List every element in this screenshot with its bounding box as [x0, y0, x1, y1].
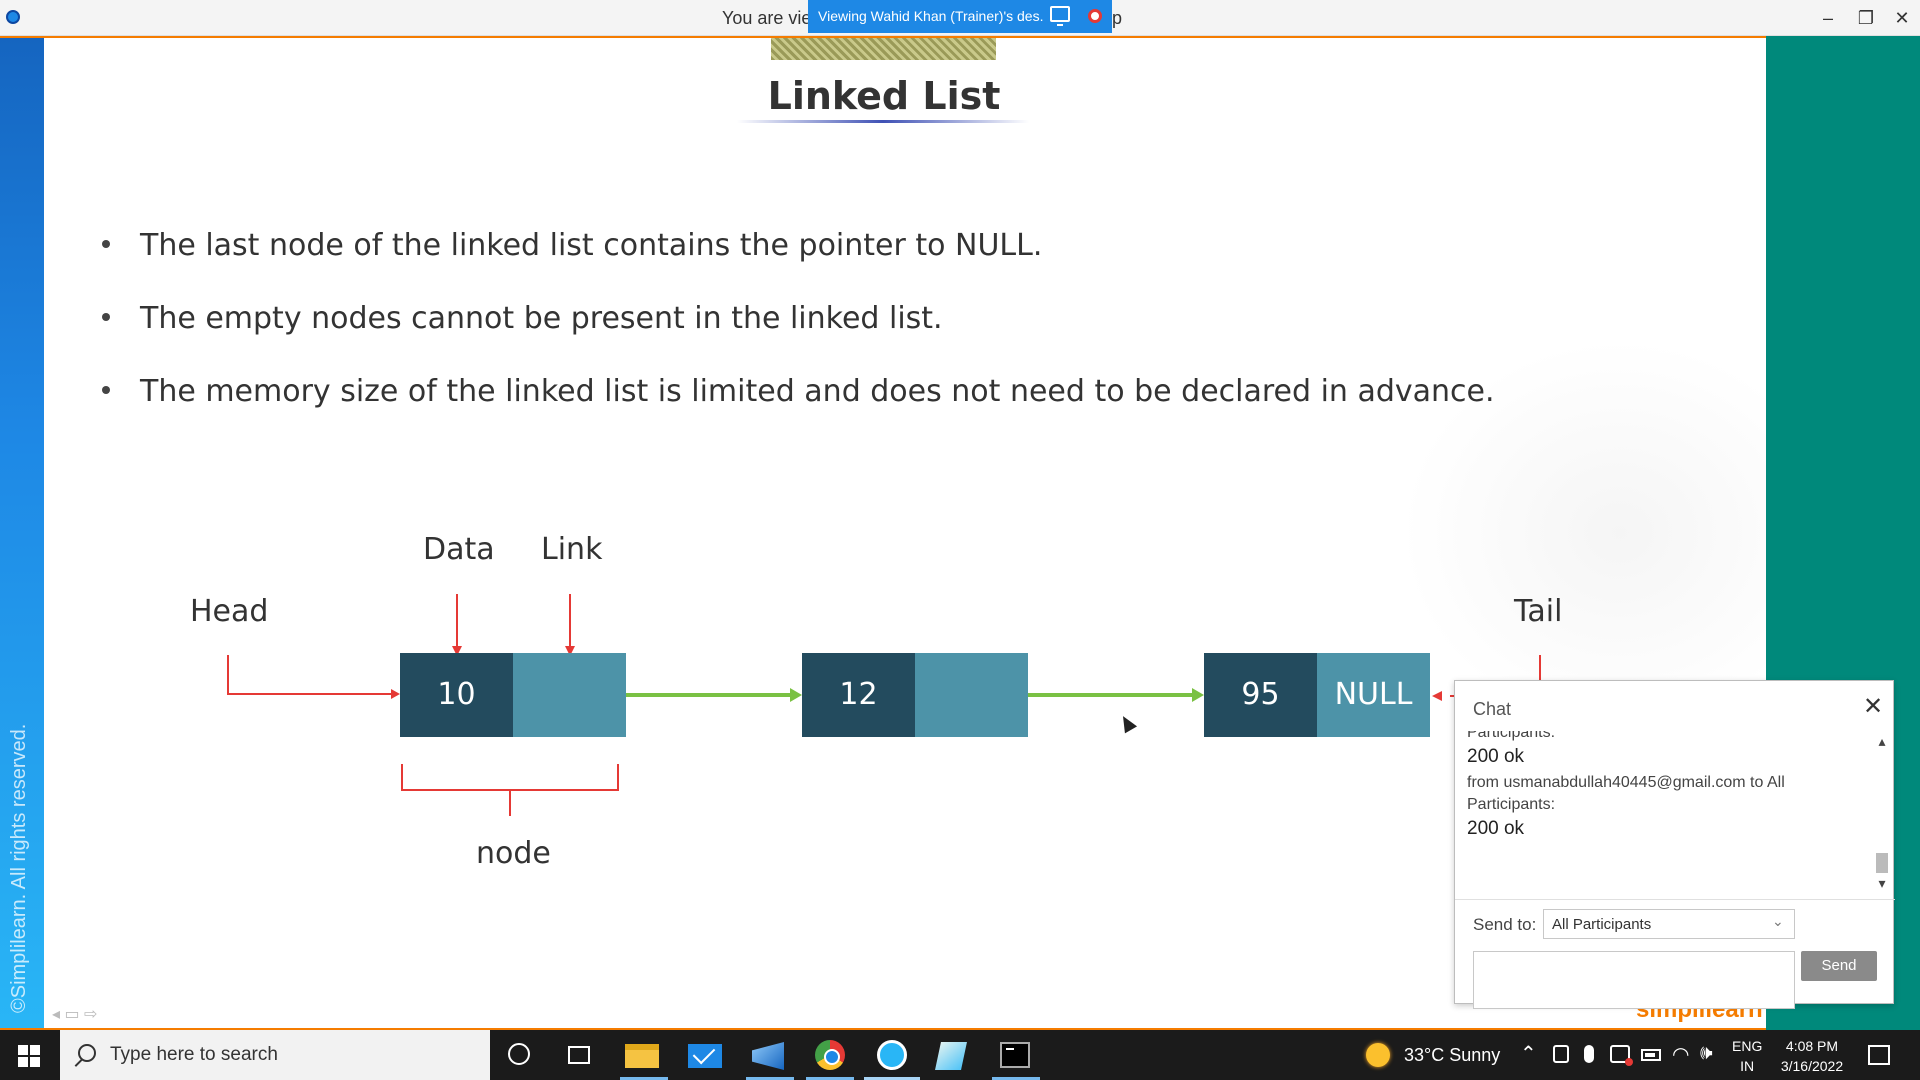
sun-weather-icon[interactable]	[1366, 1043, 1390, 1067]
chat-message-body: 200 ok	[1467, 818, 1525, 839]
chevron-up-icon[interactable]: ⌃	[1520, 1041, 1537, 1066]
battery-icon[interactable]	[1641, 1049, 1661, 1061]
language-line-2: IN	[1740, 1058, 1755, 1074]
send-to-label: Send to:	[1473, 915, 1537, 934]
node-1-data: 10	[400, 653, 513, 737]
remote-desktop-icon[interactable]	[752, 1042, 784, 1070]
input-language-indicator[interactable]: ENG IN	[1732, 1036, 1762, 1076]
task-view-icon[interactable]	[568, 1046, 590, 1064]
scroll-thumb[interactable]	[1876, 853, 1888, 873]
window-titlebar: You are vie Viewing Wahid Khan (Trainer)…	[0, 0, 1920, 36]
send-to-value: All Participants	[1552, 916, 1652, 933]
recording-icon	[1088, 9, 1102, 23]
scroll-up-icon[interactable]: ▴	[1875, 733, 1889, 750]
chat-message-recipient: Participants:	[1467, 731, 1556, 741]
screen-share-icon[interactable]	[1050, 6, 1070, 26]
node-2-link	[915, 653, 1028, 737]
chevron-down-icon: ⌄	[1772, 913, 1784, 929]
wifi-icon[interactable]: ◠	[1672, 1042, 1689, 1067]
file-explorer-icon[interactable]	[625, 1044, 659, 1068]
chat-message-list[interactable]: Participants: 200 ok from usmanabdullah4…	[1467, 731, 1863, 893]
weather-text[interactable]: 33°C Sunny	[1404, 1045, 1500, 1066]
windows-start-icon[interactable]	[18, 1045, 40, 1067]
clock-date: 3/16/2022	[1780, 1058, 1844, 1074]
chat-message-sender: from usmanabdullah40445@gmail.com to All	[1467, 774, 1785, 791]
taskbar-search-box[interactable]: Type here to search	[60, 1030, 490, 1080]
viewing-banner-text: Viewing Wahid Khan (Trainer)'s des...	[818, 8, 1044, 24]
window-title-tail: p	[1112, 8, 1123, 28]
notepad-app-icon[interactable]	[935, 1042, 967, 1070]
head-pointer-arrowhead	[391, 689, 400, 699]
head-pointer-line	[227, 655, 393, 695]
microphone-icon[interactable]	[1584, 1045, 1594, 1063]
node-1-link	[513, 653, 626, 737]
slide-nav-controls[interactable]: ◂ ▭ ⇨	[52, 1004, 97, 1024]
scroll-down-icon[interactable]: ▾	[1875, 875, 1889, 892]
windows-taskbar: Type here to search 33°C Sunny ⌃ ◠ 🕪 ENG…	[0, 1030, 1920, 1080]
node-3-link: NULL	[1317, 653, 1430, 737]
chrome-icon[interactable]	[815, 1040, 845, 1070]
language-line-1: ENG	[1732, 1038, 1763, 1054]
close-button[interactable]: ✕	[1888, 6, 1916, 30]
search-placeholder: Type here to search	[110, 1044, 278, 1065]
chat-message-body: 200 ok	[1467, 746, 1525, 767]
node-link-arrowhead-1	[790, 688, 802, 702]
node-brace	[401, 764, 619, 816]
meet-now-icon[interactable]	[1553, 1045, 1569, 1063]
chat-message-recipient: Participants:	[1467, 796, 1556, 813]
notification-center-icon[interactable]	[1868, 1045, 1890, 1065]
send-to-select[interactable]: All Participants ⌄	[1543, 909, 1795, 939]
search-icon	[78, 1044, 96, 1062]
tail-pointer-arrowhead	[1432, 691, 1442, 701]
chat-scrollbar[interactable]: ▴ ▾	[1875, 733, 1889, 893]
mail-icon[interactable]	[688, 1044, 722, 1068]
volume-icon[interactable]: 🕪	[1700, 1042, 1713, 1065]
send-button[interactable]: Send	[1801, 951, 1877, 981]
cortana-icon[interactable]	[508, 1043, 530, 1065]
command-prompt-icon[interactable]	[1000, 1042, 1030, 1068]
webex-logo-icon	[6, 10, 20, 24]
node-2-data: 12	[802, 653, 915, 737]
chat-message-input[interactable]	[1473, 951, 1795, 1009]
chat-divider	[1455, 899, 1895, 900]
clock-time: 4:08 PM	[1785, 1038, 1839, 1054]
minimize-button[interactable]: –	[1814, 6, 1842, 30]
node-3-data: 95	[1204, 653, 1317, 737]
node-link-arrowhead-2	[1192, 688, 1204, 702]
viewing-share-banner[interactable]: Viewing Wahid Khan (Trainer)'s des...	[808, 0, 1112, 33]
sync-status-icon[interactable]	[1610, 1045, 1633, 1066]
chat-panel: Chat ✕ Participants: 200 ok from usmanab…	[1454, 680, 1895, 1009]
taskbar-clock[interactable]: 4:08 PM 3/16/2022	[1776, 1036, 1848, 1076]
chat-close-button[interactable]: ✕	[1863, 695, 1883, 719]
webex-icon[interactable]	[877, 1040, 907, 1070]
restore-button[interactable]: ❐	[1852, 6, 1880, 30]
chat-title: Chat	[1473, 699, 1512, 719]
window-title: You are vie	[722, 8, 812, 28]
